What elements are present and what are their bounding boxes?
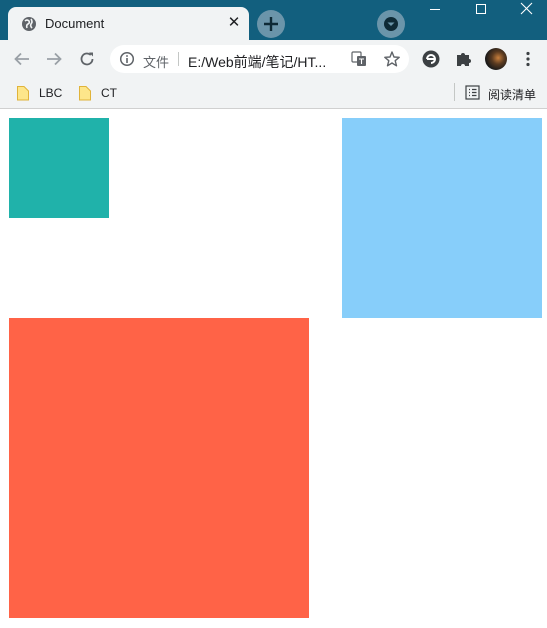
folder-icon [79,86,91,101]
title-bar: Document ✕ [0,0,547,40]
minimize-button[interactable] [411,0,457,22]
globe-icon [22,17,36,31]
browser-tab[interactable]: Document ✕ [8,7,249,40]
reading-list-label: 阅读清单 [488,88,537,102]
plus-icon [264,17,278,31]
reading-list-icon [465,85,480,100]
tab-title: Document [45,16,105,31]
bookmarks-bar: LBC CT 阅读清单 [0,78,547,109]
close-tab-icon[interactable]: ✕ [226,15,242,31]
minimize-icon [430,9,440,10]
folder-icon [17,86,29,101]
close-icon [520,2,533,15]
maximize-button[interactable] [457,0,503,22]
bookmark-label: LBC [39,86,63,100]
puzzle-icon[interactable] [454,49,474,69]
bookmarks-divider [454,83,455,101]
teal-box [9,118,109,218]
info-icon [119,51,135,67]
omnibox-divider [178,52,179,66]
reload-icon[interactable] [78,50,96,68]
forward-arrow-icon[interactable] [45,50,63,68]
chevron-down-icon [384,17,398,31]
bookmark-folder-ct[interactable]: CT [78,84,120,102]
extension-icon[interactable] [421,49,441,69]
maximize-icon [476,4,486,14]
security-label[interactable]: 文件 [143,52,169,71]
bookmark-star-icon[interactable] [383,50,401,68]
page-viewport [0,109,547,628]
bookmark-folder-lbc[interactable]: LBC [16,84,68,102]
new-tab-button[interactable] [257,10,285,38]
more-menu-icon[interactable] [519,50,537,68]
close-window-button[interactable] [503,0,547,22]
sky-blue-box [342,118,542,318]
avatar[interactable] [485,48,507,70]
tomato-box [9,318,309,618]
bookmark-label: CT [101,86,117,100]
toolbar: 文件 E:/Web前端/笔记/HT... [0,40,547,78]
reading-list-button[interactable]: 阅读清单 [465,84,541,102]
search-tabs-button[interactable] [377,10,405,38]
translate-icon[interactable] [351,51,367,67]
url-text[interactable]: E:/Web前端/笔记/HT... [188,52,326,72]
back-arrow-icon[interactable] [13,50,31,68]
address-bar[interactable]: 文件 E:/Web前端/笔记/HT... [110,45,409,73]
